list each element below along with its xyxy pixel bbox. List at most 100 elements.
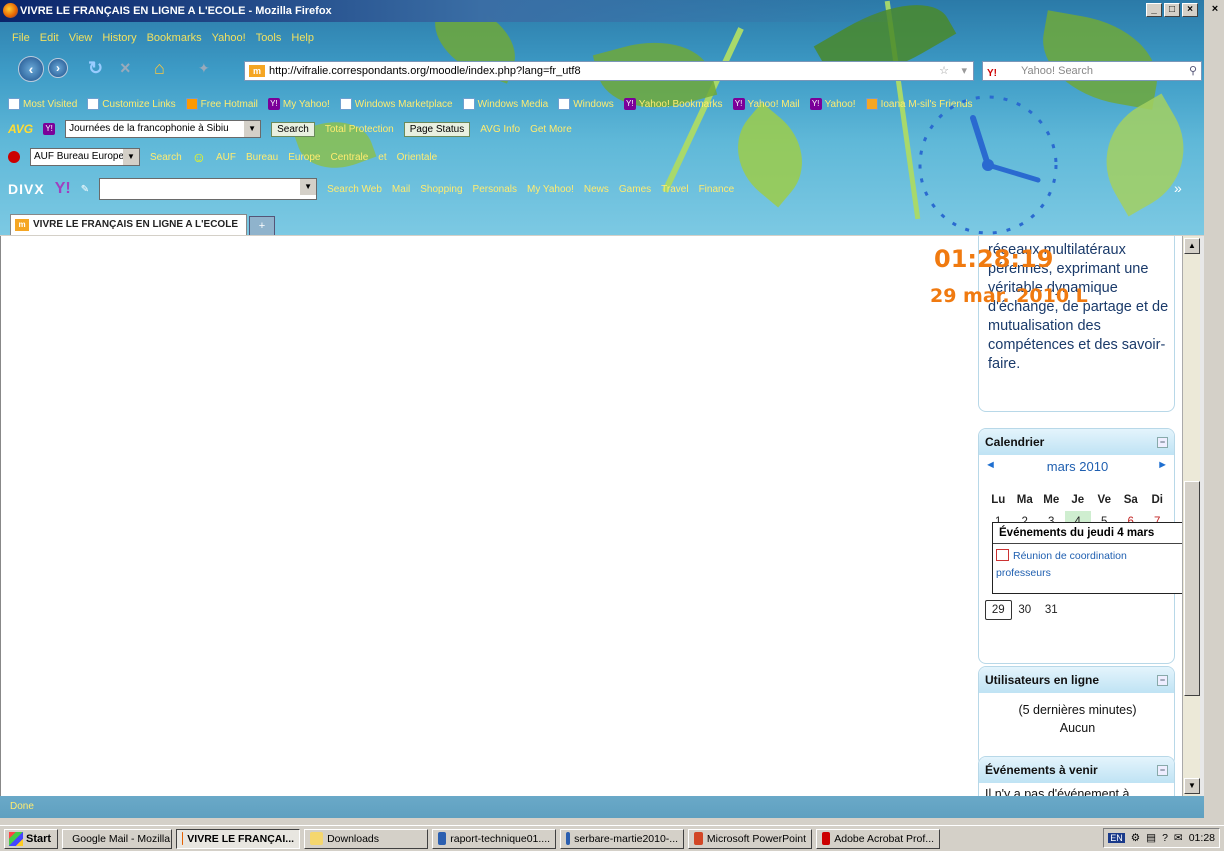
yahoo-shopping[interactable]: Shopping xyxy=(420,184,462,195)
popup-event[interactable]: Réunion de coordination professeurs xyxy=(993,544,1183,582)
url-text: http://vifralie.correspondants.org/moodl… xyxy=(269,65,581,77)
auf-term-et[interactable]: et xyxy=(378,152,386,163)
task-powerpoint[interactable]: Microsoft PowerPoint xyxy=(688,828,813,849)
yahoo-news[interactable]: News xyxy=(584,184,609,195)
avg-page-status-button[interactable]: Page Status xyxy=(403,121,471,137)
menu-help[interactable]: Help xyxy=(291,32,314,44)
moodle-favicon: m xyxy=(15,219,29,231)
yahoo-my-yahoo[interactable]: My Yahoo! xyxy=(527,184,574,195)
avg-logo: AVG xyxy=(8,122,34,136)
bookmark-most-visited[interactable]: Most Visited xyxy=(8,98,77,110)
home-icon[interactable]: ⌂ xyxy=(154,58,165,79)
task-downloads[interactable]: Downloads xyxy=(304,828,429,849)
task-acrobat[interactable]: Adobe Acrobat Prof... xyxy=(816,828,941,849)
forward-icon[interactable]: › xyxy=(48,58,68,78)
avg-get-more[interactable]: Get More xyxy=(530,124,572,135)
yahoo-finance[interactable]: Finance xyxy=(699,184,735,195)
search-web-button[interactable]: Search Web xyxy=(327,184,382,195)
yahoo-games[interactable]: Games xyxy=(619,184,651,195)
calendar-event-popup: Événements du jeudi 4 mars Réunion de co… xyxy=(992,522,1184,594)
scrollbar-thumb[interactable] xyxy=(1184,481,1200,696)
yahoo-toolbar-icon[interactable]: Y! xyxy=(43,123,56,135)
menu-tools[interactable]: Tools xyxy=(256,32,282,44)
outer-close-button[interactable]: × xyxy=(1206,0,1224,20)
language-indicator[interactable]: EN xyxy=(1108,833,1125,843)
scroll-down-icon[interactable]: ▼ xyxy=(1184,778,1200,794)
vertical-scrollbar[interactable]: ▲ ▼ xyxy=(1182,236,1200,796)
avg-search-button[interactable]: Search xyxy=(271,121,315,137)
back-icon[interactable]: ‹ xyxy=(18,56,44,82)
task-raport-technique[interactable]: raport-technique01.... xyxy=(432,828,557,849)
auf-term-orientale[interactable]: Orientale xyxy=(397,152,438,163)
auf-term-europe[interactable]: Europe xyxy=(288,152,320,163)
star-icon[interactable]: ☆ xyxy=(939,62,949,80)
online-period: (5 dernières minutes) xyxy=(1018,703,1137,717)
task-serbare-martie[interactable]: serbare-martie2010-... xyxy=(560,828,685,849)
search-placeholder: Yahoo! Search xyxy=(1021,65,1093,77)
bookmark-free-hotmail[interactable]: Free Hotmail xyxy=(185,98,258,110)
menu-history[interactable]: History xyxy=(102,32,136,44)
scroll-up-icon[interactable]: ▲ xyxy=(1184,238,1200,254)
bookmark-windows[interactable]: Windows xyxy=(558,98,614,110)
yahoo-search-input[interactable] xyxy=(99,178,318,200)
pencil-icon[interactable]: ✎ xyxy=(81,184,89,195)
yahoo-mail[interactable]: Mail xyxy=(392,184,410,195)
task-google-mail[interactable]: Google Mail - Mozilla ... xyxy=(62,828,173,849)
magnifier-icon[interactable]: ⚲ xyxy=(1189,62,1197,80)
collapse-icon[interactable]: − xyxy=(1157,675,1168,686)
reload-icon[interactable]: ↻ xyxy=(88,58,103,79)
menu-yahoo[interactable]: Yahoo! xyxy=(212,32,246,44)
task-vivre-le-francais[interactable]: VIVRE LE FRANÇAI... xyxy=(176,828,301,849)
bookmark-yahoo[interactable]: Y! Yahoo! xyxy=(809,98,856,110)
avg-total-protection[interactable]: Total Protection xyxy=(325,124,394,135)
weekday: Ma xyxy=(1016,494,1033,506)
search-input[interactable]: Y! Yahoo! Search ⚲ xyxy=(982,61,1202,81)
avg-info[interactable]: AVG Info xyxy=(480,124,520,135)
menu-view[interactable]: View xyxy=(69,32,93,44)
mail-icon[interactable]: ✉ xyxy=(1174,832,1183,844)
toolbar-overflow-button[interactable]: » xyxy=(1174,180,1182,196)
collapse-icon[interactable]: − xyxy=(1157,765,1168,776)
next-month-icon[interactable]: ► xyxy=(1157,459,1168,471)
auf-logo-icon xyxy=(8,151,20,163)
avg-search-input[interactable]: Journées de la francophonie à Sibiu xyxy=(65,120,262,138)
calendar-event-icon xyxy=(996,549,1009,561)
outer-window-edge xyxy=(1204,0,1224,825)
tray-icon[interactable]: ▤ xyxy=(1146,832,1156,844)
yahoo-logo-icon[interactable]: Y! xyxy=(55,180,71,198)
new-tab-button[interactable]: + xyxy=(249,216,275,235)
menu-bookmarks[interactable]: Bookmarks xyxy=(147,32,202,44)
tray-icon[interactable]: ⚙ xyxy=(1131,832,1140,844)
online-users-header: Utilisateurs en ligne − xyxy=(979,667,1174,693)
stop-icon[interactable]: × xyxy=(120,58,131,79)
help-icon[interactable]: ? xyxy=(1162,832,1168,844)
auf-term-centrale[interactable]: Centrale xyxy=(330,152,368,163)
bookmark-yahoo-bookmarks[interactable]: Y! Yahoo! Bookmarks xyxy=(623,98,723,110)
smiley-icon[interactable]: ☺ xyxy=(192,149,206,165)
popup-title: Événements du jeudi 4 mars xyxy=(993,523,1183,544)
url-bar[interactable]: m http://vifralie.correspondants.org/moo… xyxy=(244,61,974,81)
bookmark-my-yahoo[interactable]: Y! My Yahoo! xyxy=(267,98,330,110)
bookmark-windows-media[interactable]: Windows Media xyxy=(462,98,548,110)
bookmark-star-icon[interactable]: ✦ xyxy=(198,60,210,77)
minimize-button[interactable]: _ xyxy=(1146,3,1162,17)
start-button[interactable]: Start xyxy=(4,828,59,849)
bookmark-customize-links[interactable]: Customize Links xyxy=(87,98,176,110)
auf-term-auf[interactable]: AUF xyxy=(216,152,236,163)
maximize-button[interactable]: □ xyxy=(1164,3,1180,17)
menu-edit[interactable]: Edit xyxy=(40,32,59,44)
auf-term-bureau[interactable]: Bureau xyxy=(246,152,278,163)
close-button[interactable]: × xyxy=(1182,3,1198,17)
auf-search-button[interactable]: Search xyxy=(150,152,182,163)
bookmark-windows-marketplace[interactable]: Windows Marketplace xyxy=(339,98,453,110)
popup-event-link[interactable]: Réunion de coordination professeurs xyxy=(996,550,1127,579)
yahoo-personals[interactable]: Personals xyxy=(473,184,517,195)
collapse-icon[interactable]: − xyxy=(1157,437,1168,448)
dropdown-icon[interactable]: ▾ xyxy=(961,62,967,80)
yahoo-travel[interactable]: Travel xyxy=(661,184,688,195)
auf-select[interactable]: AUF Bureau Europe xyxy=(30,148,140,166)
bookmark-yahoo-mail[interactable]: Y! Yahoo! Mail xyxy=(732,98,800,110)
calendar-month[interactable]: mars 2010 xyxy=(979,459,1174,474)
menu-file[interactable]: File xyxy=(12,32,30,44)
tab-vivre-le-francais[interactable]: m VIVRE LE FRANÇAIS EN LIGNE A L'ECOLE xyxy=(10,214,247,235)
